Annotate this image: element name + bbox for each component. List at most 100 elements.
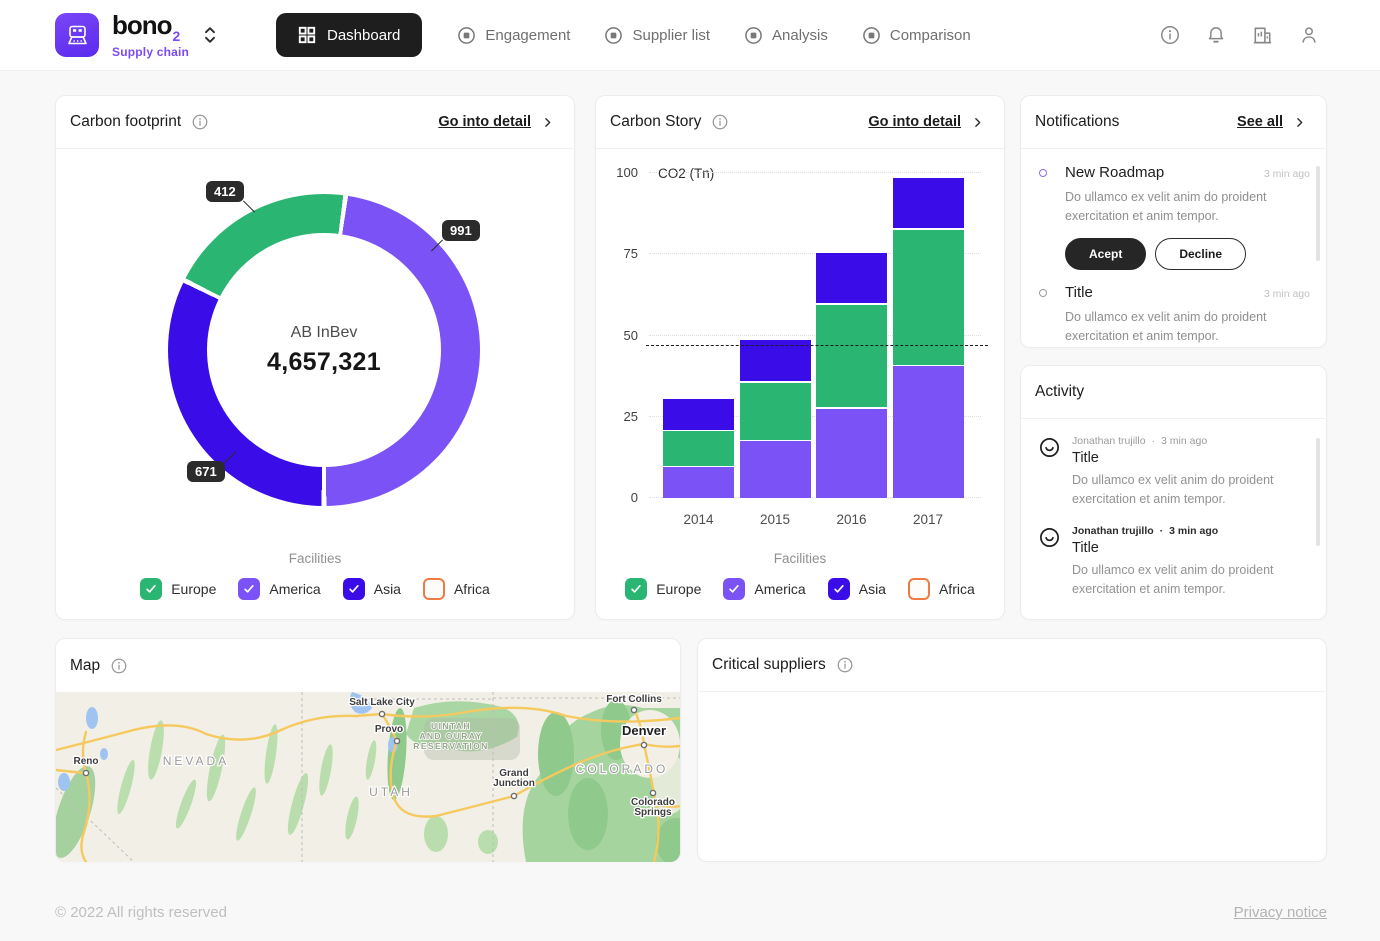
card-header: Notifications See all [1021,96,1326,149]
activity-user: Jonathan trujillo [1072,525,1154,537]
map-city-marker [379,711,384,716]
nav-item-label: Engagement [485,27,570,44]
activity-time: 3 min ago [1161,435,1207,447]
card-header: Carbon footprint Go into detail [56,96,574,149]
acept-button[interactable]: Acept [1065,238,1146,270]
x-axis-tick: 2016 [816,512,887,527]
notification-bullet-icon [1039,289,1047,297]
nav-item-comparison[interactable]: Comparison [862,26,971,45]
check-icon [629,582,643,596]
activity-list: Jonathan trujillo·3 min agoTitleDo ullam… [1021,419,1326,600]
bar-segment-america-2014[interactable] [663,467,734,498]
legend-item-asia[interactable]: Asia [343,578,401,600]
top-nav-bar: bono2 Supply chain Dashboard EngagementS… [0,0,1380,71]
check-icon [347,582,361,596]
critical-suppliers-card: Critical suppliers [697,638,1327,862]
carbon-story-card: Carbon Story Go into detail CO2 (Tn) 025… [595,95,1005,620]
notification-time: 3 min ago [1264,168,1310,180]
nav-item-label: Supplier list [632,27,710,44]
map-label-city: Fort Collins [606,694,662,705]
workspace-switcher[interactable] [203,24,217,46]
bar-segment-asia-2015[interactable] [740,340,811,381]
nav-item-supplier-list[interactable]: Supplier list [604,26,710,45]
legend-item-asia[interactable]: Asia [828,578,886,600]
bell-icon[interactable] [1205,24,1227,46]
info-icon[interactable] [836,656,854,674]
checkbox-checked-icon[interactable] [140,578,162,600]
carbon-footprint-card: Carbon footprint Go into detail AB InBev… [55,95,575,620]
info-icon[interactable] [191,113,209,131]
brand-logo[interactable] [55,13,99,57]
card-title: Carbon footprint [70,113,181,131]
facilities-label: Facilities [56,551,574,566]
info-icon[interactable] [110,657,128,675]
legend-item-europe[interactable]: Europe [140,578,216,600]
checkbox-checked-icon[interactable] [625,578,647,600]
go-into-detail-link[interactable]: Go into detail [438,114,531,130]
primary-nav: Engagement Supplier list Analysis Compariso… [457,26,970,45]
bar-segment-america-2016[interactable] [816,409,887,499]
activity-body: Do ullamco ex velit anim do proident exe… [1072,561,1306,600]
chevron-right-icon[interactable] [1293,116,1306,129]
donut-chart: AB InBev 4,657,321 412 991 671 [168,194,480,506]
top-icon-group [1159,24,1320,47]
chevron-right-icon[interactable] [541,116,554,129]
bar-segment-europe-2014[interactable] [663,431,734,465]
map-city-marker [631,707,636,712]
nav-item-analysis[interactable]: Analysis [744,26,828,45]
scrollbar[interactable] [1316,438,1320,546]
decline-button[interactable]: Decline [1155,238,1246,270]
check-icon [727,582,741,596]
bar-segment-america-2017[interactable] [893,366,964,498]
info-icon[interactable] [1159,24,1181,46]
nav-dashboard-button[interactable]: Dashboard [276,13,422,57]
legend-item-america[interactable]: America [723,578,805,600]
y-axis-tick: 75 [606,246,638,261]
brand-sub: 2 [173,28,180,44]
card-title: Activity [1035,383,1084,401]
checkbox-checked-icon[interactable] [828,578,850,600]
activity-card: Activity Jonathan trujillo·3 min agoTitl… [1020,365,1327,620]
separator: · [1152,435,1156,447]
see-all-link[interactable]: See all [1237,114,1283,130]
legend-item-america[interactable]: America [238,578,320,600]
checkbox-checked-icon[interactable] [343,578,365,600]
bar-segment-europe-2016[interactable] [816,305,887,408]
bar-segment-asia-2017[interactable] [893,178,964,229]
grid-icon [298,26,316,44]
checkbox-checked-icon[interactable] [238,578,260,600]
bar-segment-asia-2016[interactable] [816,253,887,304]
chevron-up-down-icon [203,24,217,46]
legend-label: Europe [171,581,216,597]
checkbox-unchecked-icon[interactable] [423,578,445,600]
notification-time: 3 min ago [1264,288,1310,300]
card-header: Activity [1021,366,1326,419]
legend-label: Asia [374,581,401,597]
radio-icon [744,26,763,45]
checkbox-unchecked-icon[interactable] [908,578,930,600]
privacy-notice-link[interactable]: Privacy notice [1234,904,1327,921]
map-label-city: Provo [375,724,403,735]
map[interactable]: RenoNEVADASalt Lake CityProvoUINTAHAND O… [56,692,680,862]
scrollbar[interactable] [1316,166,1320,261]
gridline [649,172,981,173]
map-city-marker [650,790,655,795]
card-header: Map [56,639,680,692]
legend-item-africa[interactable]: Africa [908,578,975,600]
bar-segment-america-2015[interactable] [740,441,811,498]
legend-item-africa[interactable]: Africa [423,578,490,600]
bar-segment-asia-2014[interactable] [663,399,734,430]
radio-icon [862,26,881,45]
profile-icon[interactable] [1298,24,1320,46]
notification-body: Do ullamco ex velit anim do proident exe… [1065,308,1299,347]
bar-segment-europe-2015[interactable] [740,383,811,440]
company-icon[interactable] [1251,24,1274,47]
nav-item-engagement[interactable]: Engagement [457,26,570,45]
bar-chart-plot [649,173,981,498]
map-label-state: NEVADA [163,754,229,768]
facilities-legend: Europe America Asia Africa [596,578,1004,600]
notification-title: New Roadmap [1065,164,1164,181]
legend-item-europe[interactable]: Europe [625,578,701,600]
checkbox-checked-icon[interactable] [723,578,745,600]
activity-user: Jonathan trujillo [1072,435,1146,447]
